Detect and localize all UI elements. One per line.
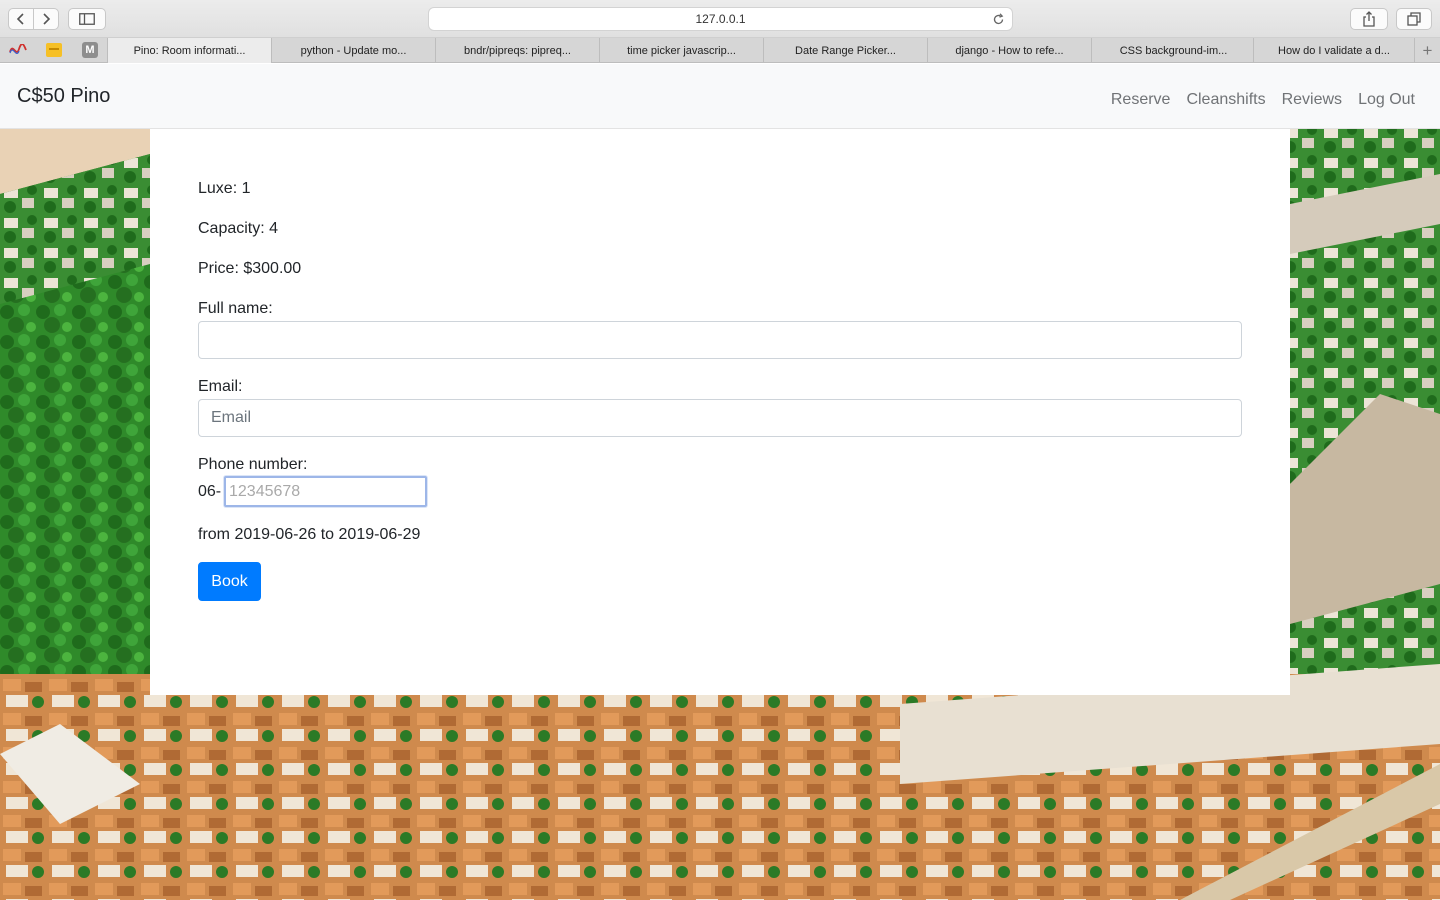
chevron-left-icon	[16, 13, 24, 25]
full-name-label: Full name:	[198, 300, 273, 317]
email-label: Email:	[198, 378, 243, 395]
plus-icon: +	[1422, 40, 1433, 60]
tab-time-picker[interactable]: time picker javascrip...	[599, 38, 763, 63]
tab-label: CSS background-im...	[1119, 44, 1228, 57]
tab-label: python - Update mo...	[300, 44, 407, 57]
favorite-m-icon[interactable]: M	[81, 41, 99, 59]
brand-link[interactable]: C$50 Pino	[17, 85, 110, 108]
date-range-text: from 2019-06-26 to 2019-06-29	[198, 526, 421, 543]
back-button[interactable]	[8, 8, 34, 30]
share-button[interactable]	[1350, 8, 1388, 30]
favorite-wave-icon[interactable]	[9, 41, 27, 59]
tab-python-update[interactable]: python - Update mo...	[271, 38, 435, 63]
email-input[interactable]	[198, 399, 1242, 437]
tab-bar: M Pino: Room informati... python - Updat…	[0, 38, 1440, 63]
tab-overview-button[interactable]	[1396, 8, 1432, 30]
book-button[interactable]: Book	[198, 562, 261, 601]
tab-validate[interactable]: How do I validate a d...	[1253, 38, 1414, 63]
phone-input[interactable]	[224, 476, 427, 507]
tab-django[interactable]: django - How to refe...	[927, 38, 1091, 63]
booking-card: Luxe: 1 Capacity: 4 Price: $300.00 Full …	[150, 129, 1290, 695]
room-luxe: Luxe: 1	[198, 180, 251, 197]
site-navbar: C$50 Pino Reserve Cleanshifts Reviews Lo…	[0, 64, 1440, 129]
url-text: 127.0.0.1	[695, 12, 746, 26]
nav-link-cleanshifts[interactable]: Cleanshifts	[1186, 91, 1265, 109]
phone-prefix: 06-	[198, 483, 222, 500]
nav-links: Reserve Cleanshifts Reviews Log Out	[1111, 91, 1415, 109]
nav-link-log-out[interactable]: Log Out	[1358, 91, 1415, 109]
sidebar-toggle-button[interactable]	[68, 8, 106, 30]
tab-date-range-picker[interactable]: Date Range Picker...	[763, 38, 927, 63]
browser-toolbar: 127.0.0.1	[0, 0, 1440, 38]
tab-label: Date Range Picker...	[795, 44, 896, 57]
new-tab-button[interactable]: +	[1414, 38, 1440, 63]
full-name-input[interactable]	[198, 321, 1242, 359]
tab-room-information[interactable]: Pino: Room informati...	[107, 38, 271, 63]
favorite-m-letter: M	[82, 42, 98, 58]
tabs-icon	[1407, 12, 1421, 26]
favorite-notes-icon[interactable]	[45, 41, 63, 59]
tab-label: Pino: Room informati...	[133, 44, 246, 57]
nav-link-reviews[interactable]: Reviews	[1282, 91, 1342, 109]
tab-pipreqs[interactable]: bndr/pipreqs: pipreq...	[435, 38, 599, 63]
nav-link-reserve[interactable]: Reserve	[1111, 91, 1171, 109]
tab-label: bndr/pipreqs: pipreq...	[463, 44, 571, 57]
share-icon	[1363, 11, 1375, 27]
room-capacity: Capacity: 4	[198, 220, 279, 237]
address-bar[interactable]: 127.0.0.1	[428, 7, 1013, 31]
page-viewport: C$50 Pino Reserve Cleanshifts Reviews Lo…	[0, 64, 1440, 900]
forward-button[interactable]	[33, 8, 59, 30]
tab-css-background[interactable]: CSS background-im...	[1091, 38, 1255, 63]
phone-label: Phone number:	[198, 456, 308, 473]
reload-icon[interactable]	[992, 13, 1005, 29]
tab-label: How do I validate a d...	[1278, 44, 1390, 57]
sidebar-icon	[79, 13, 95, 25]
tab-label: django - How to refe...	[955, 44, 1064, 57]
tab-label: time picker javascrip...	[627, 44, 736, 57]
chevron-right-icon	[43, 13, 51, 25]
room-price: Price: $300.00	[198, 260, 302, 277]
